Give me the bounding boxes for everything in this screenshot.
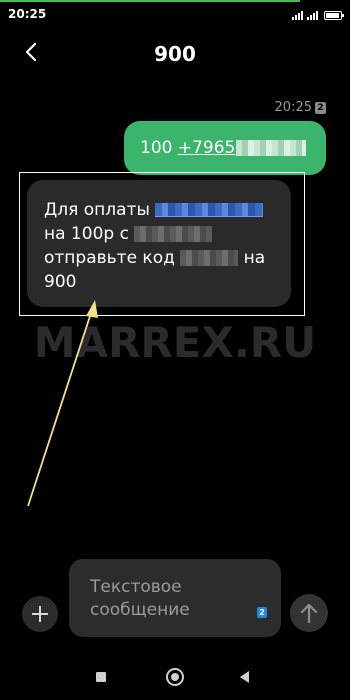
status-time: 20:25 xyxy=(8,7,47,21)
home-icon[interactable] xyxy=(166,668,184,686)
recents-icon[interactable] xyxy=(96,672,106,682)
signal-sim1-icon xyxy=(292,10,303,20)
redacted-account-link[interactable] xyxy=(155,203,264,217)
incoming-text-3-end: на xyxy=(238,248,266,268)
status-bar: 20:25 xyxy=(0,0,350,26)
add-attachment-button[interactable] xyxy=(22,596,58,632)
outgoing-message-prefix: 100 xyxy=(140,138,178,158)
conversation-title: 900 xyxy=(154,42,196,66)
signal-sim2-icon xyxy=(307,10,318,20)
incoming-message-bubble[interactable]: Для оплаты на 100р с отправьте код на 90… xyxy=(27,180,291,307)
incoming-line-2: на 100р с xyxy=(44,222,275,246)
messaging-screen: 20:25 900 20:25 2 100 +7965 Для оплаты н… xyxy=(0,0,350,700)
back-triangle-icon[interactable] xyxy=(240,671,249,683)
incoming-text-4: 900 xyxy=(44,272,77,292)
redacted-phone-digits xyxy=(236,140,307,156)
message-timestamp: 20:25 xyxy=(274,100,312,115)
incoming-text-1: Для оплаты xyxy=(44,200,156,220)
message-input[interactable]: Текстовое сообщение 2 xyxy=(69,559,281,637)
redacted-code xyxy=(180,250,239,266)
incoming-text-3: отправьте код xyxy=(44,248,181,268)
incoming-line-3: отправьте код на xyxy=(44,246,275,270)
outgoing-message-bubble[interactable]: 100 +7965 xyxy=(124,121,326,175)
message-input-placeholder: Текстовое сообщение xyxy=(90,577,190,620)
redacted-card-number xyxy=(134,226,213,242)
incoming-line-4: 900 xyxy=(44,270,275,294)
watermark: MARREX.RU xyxy=(33,318,317,367)
incoming-line-1: Для оплаты xyxy=(44,198,275,222)
battery-icon xyxy=(324,11,344,20)
sim-select-badge[interactable]: 2 xyxy=(257,607,267,618)
send-button[interactable] xyxy=(290,594,328,632)
arrow-up-icon xyxy=(300,603,318,624)
conversation-header: 900 xyxy=(0,30,350,76)
battery-fill xyxy=(326,13,339,18)
outgoing-phone-link[interactable]: +7965 xyxy=(178,138,236,158)
system-navigation-bar xyxy=(0,660,350,700)
status-icons xyxy=(292,8,344,20)
sim-badge: 2 xyxy=(315,101,326,114)
message-timestamp-row: 20:25 2 xyxy=(275,100,326,115)
incoming-text-2: на 100р с xyxy=(44,224,135,244)
